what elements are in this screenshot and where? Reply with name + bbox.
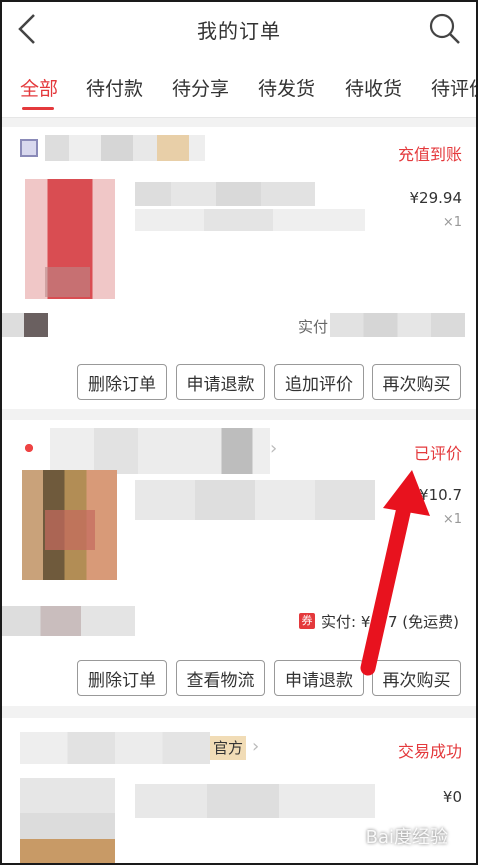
store-logo-icon — [16, 440, 42, 460]
buy-again-button[interactable]: 再次购买 — [372, 660, 461, 696]
product-quantity: ×1 — [442, 512, 462, 527]
tab-pending-payment[interactable]: 待付款 — [86, 74, 143, 101]
paid-label: 实付: ¥ — [321, 613, 371, 631]
tab-pending-ship[interactable]: 待发货 — [258, 74, 315, 101]
delete-order-button[interactable]: 删除订单 — [77, 364, 167, 400]
request-refund-button[interactable]: 申请退款 — [274, 660, 364, 696]
product-price: ¥10.7 — [419, 486, 462, 504]
delete-order-button[interactable]: 删除订单 — [77, 660, 167, 696]
store-checkbox[interactable] — [20, 139, 38, 157]
paid-amount-blurred — [330, 313, 465, 337]
order-card[interactable]: 充值到账 ¥29.94 ×1 实付 删除订单 申请退款 追加评价 再次购买 — [0, 127, 478, 409]
tab-pending-review[interactable]: 待评价 — [431, 74, 478, 101]
order-status: 已评价 — [413, 444, 462, 463]
active-tab-indicator — [22, 107, 54, 110]
thumbnail-block — [45, 267, 90, 297]
store-chevron-icon[interactable]: › — [252, 736, 259, 757]
store-name-blurred — [20, 732, 210, 764]
product-price: ¥29.94 — [409, 189, 463, 207]
product-title-blurred — [135, 182, 315, 206]
request-refund-button[interactable]: 申请退款 — [176, 364, 265, 400]
product-price: ¥0 — [442, 788, 462, 806]
product-thumbnail-blurred[interactable] — [20, 778, 115, 865]
watermark: Bai度经验 — [365, 827, 448, 848]
tab-pending-share[interactable]: 待分享 — [172, 74, 229, 101]
tab-pending-receive[interactable]: 待收货 — [345, 74, 402, 101]
order-status: 充值到账 — [397, 145, 462, 164]
paid-label: 实付 — [298, 318, 329, 336]
product-quantity: ×1 — [442, 215, 462, 230]
view-logistics-button[interactable]: 查看物流 — [176, 660, 265, 696]
order-card[interactable]: › 已评价 ¥10.7 ×1 券 实付: ¥ 7 (免运费) 删除订单 查看物流… — [0, 420, 478, 706]
product-title-blurred — [135, 480, 375, 520]
store-tag: 官方 — [210, 736, 246, 760]
top-bar: 我的订单 — [0, 0, 478, 58]
add-review-button[interactable]: 追加评价 — [274, 364, 364, 400]
page-title: 我的订单 — [197, 18, 281, 43]
order-tabs: 全部 待付款 待分享 待发货 待收货 待评价 — [0, 58, 478, 118]
coupon-badge: 券 — [299, 613, 315, 629]
tab-all[interactable]: 全部 — [20, 74, 58, 101]
thumbnail-block — [45, 510, 95, 550]
left-blurred-block — [0, 313, 48, 337]
back-chevron-icon[interactable] — [14, 12, 40, 46]
search-icon[interactable] — [428, 12, 462, 46]
left-blurred-block — [0, 606, 135, 636]
product-spec-blurred — [135, 209, 365, 231]
buy-again-button[interactable]: 再次购买 — [372, 364, 461, 400]
store-name-blurred — [50, 428, 270, 474]
paid-amount: 7 (免运费) — [388, 613, 460, 631]
product-title-blurred — [135, 784, 375, 818]
order-status: 交易成功 — [397, 742, 462, 761]
store-chevron-icon[interactable]: › — [270, 438, 277, 459]
store-name-blurred — [45, 135, 205, 161]
